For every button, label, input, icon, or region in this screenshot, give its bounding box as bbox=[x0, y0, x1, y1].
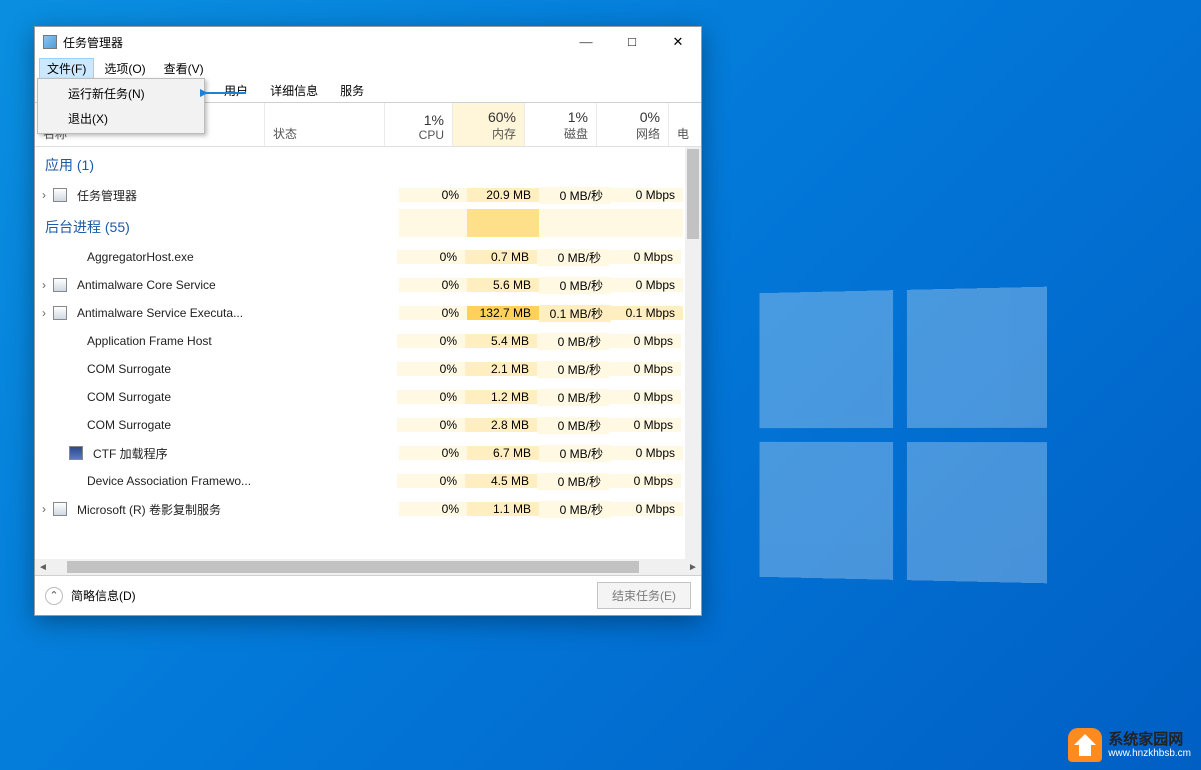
header-status[interactable]: 状态 bbox=[265, 103, 385, 146]
menu-item-run-new-task[interactable]: 运行新任务(N) bbox=[38, 81, 204, 106]
menubar: 文件(F) 选项(O) 查看(V) bbox=[35, 57, 701, 79]
table-row[interactable]: AggregatorHost.exe 0% 0.7 MB 0 MB/秒 0 Mb… bbox=[35, 243, 685, 271]
tab-details[interactable]: 详细信息 bbox=[259, 78, 329, 102]
app-icon bbox=[43, 35, 57, 49]
annotation-arrow bbox=[200, 86, 248, 100]
table-row[interactable]: COM Surrogate 0% 2.1 MB 0 MB/秒 0 Mbps bbox=[35, 355, 685, 383]
header-disk[interactable]: 1%磁盘 bbox=[525, 103, 597, 146]
process-icon bbox=[53, 188, 67, 202]
menu-item-exit[interactable]: 退出(X) bbox=[38, 106, 204, 131]
table-row[interactable]: › Antimalware Core Service 0% 5.6 MB 0 M… bbox=[35, 271, 685, 299]
menu-view[interactable]: 查看(V) bbox=[156, 58, 212, 79]
process-name: AggregatorHost.exe bbox=[53, 250, 277, 264]
table-row[interactable]: CTF 加载程序 0% 6.7 MB 0 MB/秒 0 Mbps bbox=[35, 439, 685, 467]
end-task-button[interactable]: 结束任务(E) bbox=[597, 582, 691, 609]
cell-mem: 20.9 MB bbox=[467, 188, 539, 202]
process-icon bbox=[53, 278, 67, 292]
cell-net: 0 Mbps bbox=[611, 188, 683, 202]
maximize-button[interactable]: □ bbox=[609, 27, 655, 57]
table-row[interactable]: › Antimalware Service Executa... 0% 132.… bbox=[35, 299, 685, 327]
process-name: COM Surrogate bbox=[53, 390, 277, 404]
house-icon bbox=[1068, 728, 1102, 762]
process-name: CTF 加载程序 bbox=[89, 445, 279, 462]
vertical-scrollbar[interactable] bbox=[685, 147, 701, 559]
process-icon bbox=[53, 306, 67, 320]
task-manager-window: 任务管理器 — □ ✕ 文件(F) 选项(O) 查看(V) 运行新任务(N) 退… bbox=[34, 26, 702, 616]
horizontal-scrollbar[interactable]: ◄ ► bbox=[35, 559, 701, 575]
header-power[interactable]: 电 bbox=[669, 103, 697, 146]
titlebar[interactable]: 任务管理器 — □ ✕ bbox=[35, 27, 701, 57]
table-row[interactable]: › Microsoft (R) 卷影复制服务 0% 1.1 MB 0 MB/秒 … bbox=[35, 495, 685, 523]
table-row[interactable]: Application Frame Host 0% 5.4 MB 0 MB/秒 … bbox=[35, 327, 685, 355]
minimize-button[interactable]: — bbox=[563, 27, 609, 57]
windows-logo bbox=[760, 287, 1047, 584]
process-name: Antimalware Core Service bbox=[73, 278, 279, 292]
menu-options[interactable]: 选项(O) bbox=[96, 58, 153, 79]
expand-icon[interactable]: › bbox=[35, 188, 53, 202]
file-dropdown: 运行新任务(N) 退出(X) bbox=[37, 78, 205, 134]
process-icon bbox=[69, 446, 83, 460]
process-name: Device Association Framewo... bbox=[53, 474, 277, 488]
watermark-title: 系统家园网 bbox=[1108, 732, 1191, 747]
header-network[interactable]: 0%网络 bbox=[597, 103, 669, 146]
watermark-url: www.hnzkhbsb.cm bbox=[1108, 749, 1191, 759]
table-row[interactable]: COM Surrogate 0% 2.8 MB 0 MB/秒 0 Mbps bbox=[35, 411, 685, 439]
scroll-right-icon[interactable]: ► bbox=[685, 559, 701, 575]
footer: ⌃ 简略信息(D) 结束任务(E) bbox=[35, 575, 701, 615]
process-name: Antimalware Service Executa... bbox=[73, 306, 279, 320]
window-title: 任务管理器 bbox=[63, 34, 123, 51]
process-name: Microsoft (R) 卷影复制服务 bbox=[73, 501, 279, 518]
close-button[interactable]: ✕ bbox=[655, 27, 701, 57]
fewer-details-link[interactable]: 简略信息(D) bbox=[71, 587, 136, 604]
process-list: 应用 (1) › 任务管理器 0% 20.9 MB 0 MB/秒 0 Mbps … bbox=[35, 147, 701, 559]
header-memory[interactable]: 60%内存 bbox=[453, 103, 525, 146]
table-row[interactable]: › 任务管理器 0% 20.9 MB 0 MB/秒 0 Mbps bbox=[35, 181, 685, 209]
cell-cpu: 0% bbox=[399, 188, 467, 202]
process-name: COM Surrogate bbox=[53, 418, 277, 432]
process-name: COM Surrogate bbox=[53, 362, 277, 376]
table-row[interactable]: Device Association Framewo... 0% 4.5 MB … bbox=[35, 467, 685, 495]
header-cpu[interactable]: 1%CPU bbox=[385, 103, 453, 146]
table-row[interactable]: COM Surrogate 0% 1.2 MB 0 MB/秒 0 Mbps bbox=[35, 383, 685, 411]
process-name: Application Frame Host bbox=[53, 334, 277, 348]
tab-services[interactable]: 服务 bbox=[329, 78, 375, 102]
watermark: 系统家园网 www.hnzkhbsb.cm bbox=[1068, 728, 1191, 762]
chevron-up-icon[interactable]: ⌃ bbox=[45, 587, 63, 605]
cell-disk: 0 MB/秒 bbox=[539, 187, 611, 204]
process-icon bbox=[53, 502, 67, 516]
process-name: 任务管理器 bbox=[73, 187, 279, 204]
group-background[interactable]: 后台进程 (55) bbox=[35, 209, 685, 243]
group-apps[interactable]: 应用 (1) bbox=[35, 147, 685, 181]
scroll-left-icon[interactable]: ◄ bbox=[35, 559, 51, 575]
menu-file[interactable]: 文件(F) bbox=[39, 58, 94, 79]
